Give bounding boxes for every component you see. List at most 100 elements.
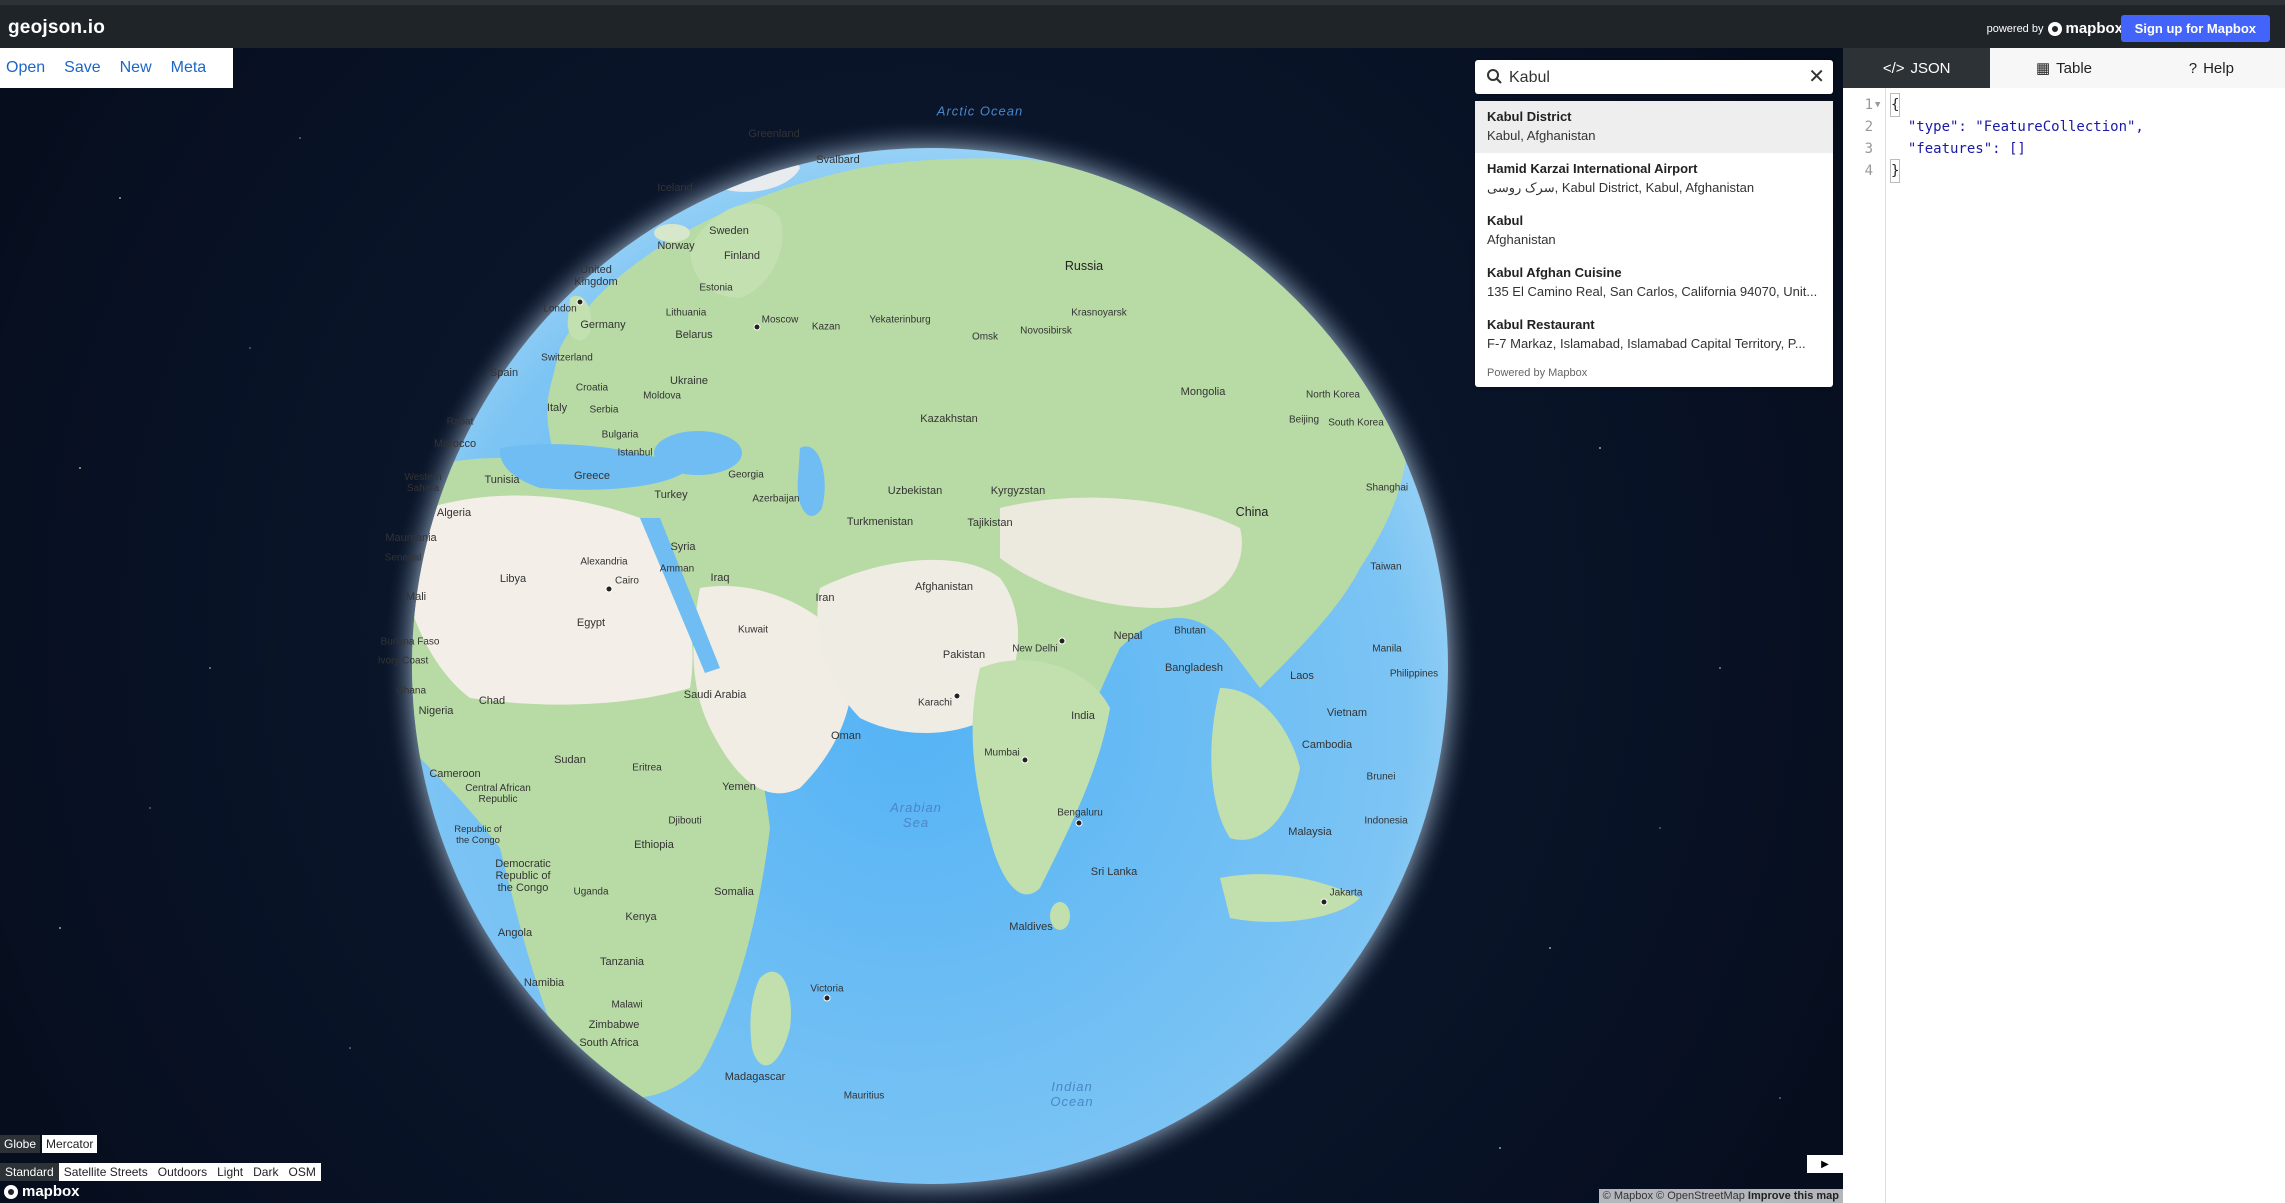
label-jakarta: Jakarta [1329, 887, 1363, 899]
mapbox-brand-text: mapbox [2065, 20, 2123, 37]
label-republic-of-the-congo: Republic of the Congo [454, 824, 502, 846]
powered-by-text: powered by [1986, 22, 2044, 35]
new-menu-item[interactable]: New [120, 59, 162, 77]
style-satellite-streets[interactable]: Satellite Streets [58, 1163, 153, 1181]
results-powered-by[interactable]: Powered by Mapbox [1475, 361, 1833, 379]
label-india: India [1071, 710, 1095, 722]
projection-mercator[interactable]: Mercator [42, 1135, 98, 1153]
tab-json[interactable]: </> JSON [1843, 48, 1991, 88]
label-eritrea: Eritrea [632, 762, 662, 774]
open-menu-item[interactable]: Open [6, 59, 55, 77]
label-alexandria: Alexandria [580, 556, 628, 568]
label-malaysia: Malaysia [1288, 826, 1332, 838]
label-oman: Oman [831, 730, 861, 742]
meta-menu-item[interactable]: Meta [171, 59, 217, 77]
label-uzbekistan: Uzbekistan [887, 485, 943, 497]
label-moscow: Moscow [761, 314, 799, 326]
line-number: 1 [1864, 97, 1873, 113]
result-subtitle: Afghanistan [1487, 232, 1556, 247]
signup-button[interactable]: Sign up for Mapbox [2120, 15, 2270, 42]
powered-by-mapbox[interactable]: powered by mapbox [1987, 20, 2123, 37]
label-malawi: Malawi [611, 999, 643, 1011]
label-cairo: Cairo [615, 575, 639, 587]
map-canvas[interactable]: Arctic Ocean Greenland Svalbard Iceland … [0, 48, 1843, 1203]
label-bangladesh: Bangladesh [1164, 662, 1224, 674]
save-menu-item[interactable]: Save [64, 59, 110, 77]
search-input[interactable] [1507, 65, 1801, 91]
search-result[interactable]: Kabul Restaurant F-7 Markaz, Islamabad, … [1475, 309, 1833, 361]
search-result[interactable]: Kabul Afghanistan [1475, 205, 1833, 257]
label-manila: Manila [1372, 643, 1402, 655]
label-estonia: Estonia [699, 282, 733, 294]
style-standard[interactable]: Standard [0, 1163, 59, 1181]
label-tanzania: Tanzania [599, 956, 645, 968]
label-djibouti: Djibouti [668, 815, 702, 827]
label-kenya: Kenya [625, 911, 657, 923]
label-greece: Greece [573, 470, 611, 482]
projection-globe[interactable]: Globe [0, 1135, 41, 1153]
label-indonesia: Indonesia [1364, 815, 1408, 827]
mapbox-logo: mapbox [2048, 20, 2123, 37]
label-belarus: Belarus [675, 329, 713, 341]
caret-right-icon: ▶ [1821, 1158, 1829, 1170]
search-result[interactable]: Kabul District Kabul, Afghanistan [1475, 101, 1833, 153]
side-panel: </> JSON ▦ Table ? Help 1 ▼ { 2 "type": … [1843, 48, 2285, 1203]
label-north-korea: North Korea [1306, 389, 1360, 401]
label-mauritania: Mauritania [385, 532, 437, 544]
fold-arrow-icon[interactable]: ▼ [1875, 94, 1880, 116]
label-victoria: Victoria [810, 983, 844, 995]
label-saudi-arabia: Saudi Arabia [683, 689, 747, 701]
map-attribution: © Mapbox © OpenStreetMap Improve this ma… [1598, 1189, 1843, 1203]
label-senegal: Senegal [384, 552, 422, 564]
code-icon: </> [1882, 59, 1905, 77]
search-result[interactable]: Kabul Afghan Cuisine 135 El Camino Real,… [1475, 257, 1833, 309]
city-dot-london [576, 298, 584, 306]
map-mapbox-text: mapbox [22, 1183, 80, 1200]
mapbox-mark-icon [4, 1184, 18, 1199]
top-bar: geojson.io powered by mapbox Sign up for… [0, 0, 2285, 48]
label-namibia: Namibia [523, 977, 565, 989]
label-mali: Mali [405, 591, 427, 603]
style-light[interactable]: Light [212, 1163, 249, 1181]
label-ukraine: Ukraine [670, 375, 708, 387]
map-mapbox-logo[interactable]: mapbox [4, 1183, 80, 1200]
label-morocco: Morocco [433, 438, 477, 450]
label-novosibirsk: Novosibirsk [1020, 325, 1072, 337]
label-drc: Democratic Republic of the Congo [495, 858, 551, 894]
search-result[interactable]: Hamid Karzai International Airport سرک ر… [1475, 153, 1833, 205]
app-title[interactable]: geojson.io [8, 17, 105, 39]
label-madagascar: Madagascar [724, 1071, 786, 1083]
attribution-osm[interactable]: © OpenStreetMap [1656, 1190, 1745, 1202]
style-outdoors[interactable]: Outdoors [152, 1163, 213, 1181]
tab-help[interactable]: ? Help [2138, 48, 2285, 88]
label-tunisia: Tunisia [484, 474, 520, 486]
label-south-africa: South Africa [579, 1037, 639, 1049]
label-mauritius: Mauritius [843, 1090, 885, 1102]
label-new-delhi: New Delhi [1012, 643, 1058, 655]
table-icon: ▦ [2035, 60, 2051, 77]
label-switzerland: Switzerland [541, 352, 593, 364]
result-subtitle: F-7 Markaz, Islamabad, Islamabad Capital… [1487, 336, 1806, 351]
label-moldova: Moldova [643, 390, 681, 402]
improve-map-link[interactable]: Improve this map [1748, 1190, 1839, 1202]
style-dark[interactable]: Dark [248, 1163, 284, 1181]
label-london: London [543, 303, 577, 315]
label-lithuania: Lithuania [665, 307, 707, 319]
label-nepal: Nepal [1113, 630, 1143, 642]
help-icon: ? [2188, 59, 2198, 77]
label-taiwan: Taiwan [1370, 561, 1402, 573]
label-afghanistan: Afghanistan [914, 581, 974, 593]
style-osm[interactable]: OSM [283, 1163, 321, 1181]
label-central-african-republic: Central African Republic [465, 783, 531, 805]
attribution-mapbox[interactable]: © Mapbox [1603, 1190, 1653, 1202]
label-western-sahara: Western Sahara [404, 472, 442, 494]
tab-table[interactable]: ▦ Table [1990, 48, 2137, 88]
clear-search-icon[interactable]: ✕ [1808, 64, 1825, 89]
label-yemen: Yemen [722, 781, 756, 793]
label-algeria: Algeria [436, 507, 472, 519]
collapse-panel-button[interactable]: ▶ [1807, 1155, 1843, 1173]
city-dot-karachi [953, 692, 961, 700]
label-serbia: Serbia [589, 404, 619, 416]
label-kazakhstan: Kazakhstan [920, 413, 978, 425]
json-editor[interactable]: 1 ▼ { 2 "type": "FeatureCollection", 3 "… [1843, 88, 2285, 1203]
